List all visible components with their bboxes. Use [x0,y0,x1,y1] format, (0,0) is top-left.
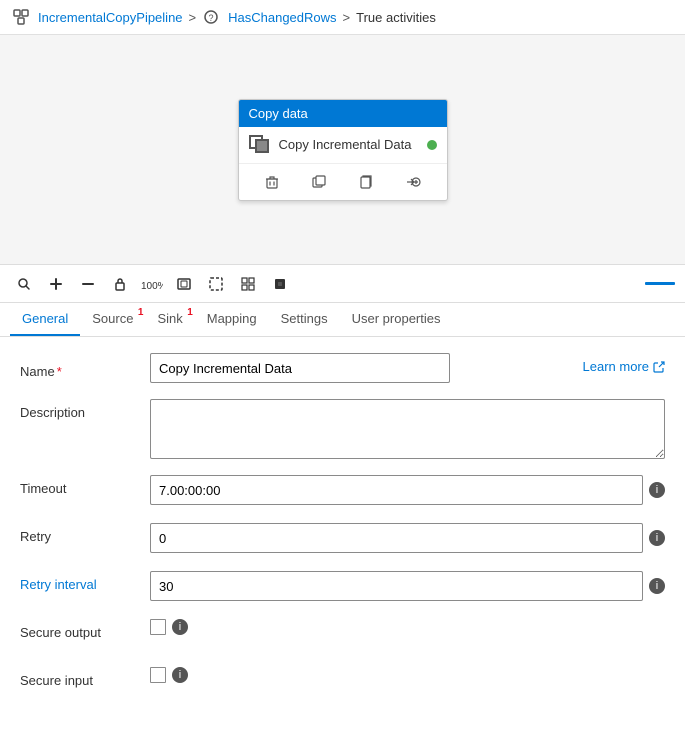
secure-output-wrap: i [150,619,665,635]
timeout-info-icon[interactable]: i [649,482,665,498]
activity-node-body: Copy Incremental Data [239,127,447,164]
tab-source[interactable]: Source 1 [80,303,145,336]
fit-view-button[interactable] [170,271,198,297]
retry-interval-input-wrap: i [150,571,665,601]
breadcrumb-condition[interactable]: HasChangedRows [228,10,336,25]
retry-interval-input[interactable] [150,571,643,601]
add-activity-button[interactable] [399,170,427,194]
description-input[interactable] [150,399,665,459]
copy-data-icon [249,135,273,155]
timeout-input[interactable] [150,475,643,505]
retry-label: Retry [20,523,150,544]
timeout-label: Timeout [20,475,150,496]
secure-output-row: Secure output i [20,619,665,651]
name-label: Name* [20,358,150,379]
toolbar: 100% [0,265,685,303]
source-badge: 1 [138,307,144,318]
activity-node[interactable]: Copy data Copy Incremental Data [238,99,448,201]
breadcrumb-current: True activities [356,10,436,25]
canvas-area[interactable]: Copy data Copy Incremental Data [0,35,685,265]
secure-input-row: Secure input i [20,667,665,699]
retry-info-icon[interactable]: i [649,530,665,546]
tab-sink[interactable]: Sink 1 [145,303,194,336]
retry-interval-info-icon[interactable]: i [649,578,665,594]
add-toolbar-button[interactable] [42,271,70,297]
breadcrumb-pipeline[interactable]: IncrementalCopyPipeline [38,10,183,25]
name-input[interactable] [150,353,450,383]
svg-text:?: ? [209,13,214,23]
svg-text:100%: 100% [141,281,163,291]
status-indicator [427,140,437,150]
secure-output-checkbox[interactable] [150,619,166,635]
retry-row: Retry i [20,523,665,555]
tab-mapping[interactable]: Mapping [195,303,269,336]
timeout-row: Timeout i [20,475,665,507]
secure-input-checkbox[interactable] [150,667,166,683]
tab-general[interactable]: General [10,303,80,336]
description-row: Description [20,399,665,459]
clone-button[interactable] [305,170,333,194]
timeout-input-wrap: i [150,475,665,505]
retry-input-wrap: i [150,523,665,553]
copy-button[interactable] [352,170,380,194]
active-indicator [645,282,675,285]
activity-node-actions [239,164,447,200]
secure-output-label: Secure output [20,619,150,640]
activity-node-label: Copy Incremental Data [279,137,412,152]
minus-toolbar-button[interactable] [74,271,102,297]
name-required: * [57,364,62,379]
pipeline-icon [12,8,30,26]
tab-settings[interactable]: Settings [269,303,340,336]
retry-interval-row: Retry interval i [20,571,665,603]
external-link-icon [653,361,665,373]
select-button[interactable] [202,271,230,297]
activity-node-header: Copy data [239,100,447,127]
tab-user-properties[interactable]: User properties [340,303,453,336]
sink-badge: 1 [187,307,193,318]
description-label: Description [20,399,150,420]
secure-input-info-icon[interactable]: i [172,667,188,683]
arrange-button[interactable] [234,271,262,297]
breadcrumb-sep2: > [343,10,351,25]
retry-interval-label: Retry interval [20,571,150,592]
retry-input[interactable] [150,523,643,553]
lock-toolbar-button[interactable] [106,271,134,297]
tabs-bar: General Source 1 Sink 1 Mapping Settings… [0,303,685,337]
breadcrumb-sep1: > [189,10,197,25]
secure-input-wrap: i [150,667,665,683]
search-toolbar-button[interactable] [10,271,38,297]
zoom-100-button[interactable]: 100% [138,271,166,297]
move-button[interactable] [266,271,294,297]
secure-output-info-icon[interactable]: i [172,619,188,635]
learn-more-link[interactable]: Learn more [583,353,665,374]
secure-input-label: Secure input [20,667,150,688]
form-area: Name* Learn more Description Timeout i R… [0,337,685,731]
condition-icon: ? [202,8,220,26]
breadcrumb-bar: IncrementalCopyPipeline > ? HasChangedRo… [0,0,685,35]
delete-button[interactable] [258,170,286,194]
